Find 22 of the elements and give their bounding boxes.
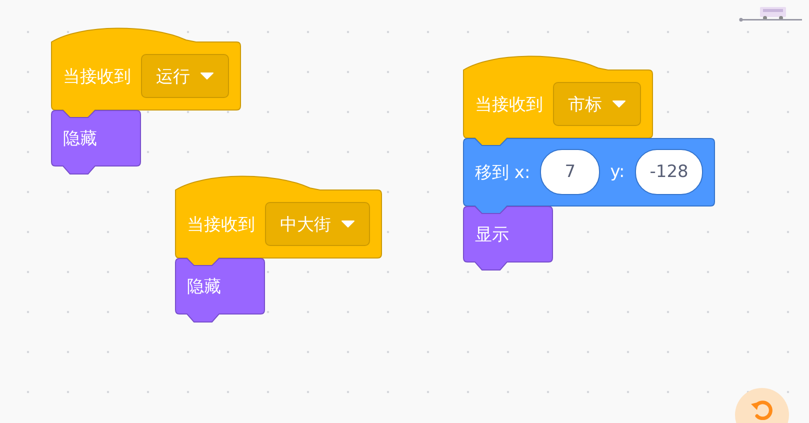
caret-icon: [200, 72, 214, 80]
block-label: 隐藏: [63, 128, 97, 150]
block-label: 隐藏: [187, 276, 221, 298]
message-dropdown[interactable]: 运行: [141, 54, 229, 98]
block-label: y:: [610, 162, 625, 182]
message-dropdown[interactable]: 中大街: [265, 202, 370, 246]
looks-block[interactable]: 隐藏: [51, 110, 141, 175]
looks-block[interactable]: 隐藏: [175, 258, 265, 323]
motion-block[interactable]: 移到 x: 7 y: -128: [463, 138, 716, 215]
event-block[interactable]: 当接收到 运行: [51, 28, 241, 119]
caret-icon: [341, 220, 355, 228]
caret-icon: [612, 100, 626, 108]
event-block[interactable]: 当接收到 中大街: [175, 176, 382, 267]
block-label: 当接收到: [475, 94, 543, 116]
event-block[interactable]: 当接收到 市标: [463, 56, 653, 147]
block-label: 当接收到: [187, 214, 255, 236]
block-label: 显示: [475, 224, 509, 246]
block-label: 当接收到: [63, 66, 131, 88]
block-label: 移到 x:: [475, 162, 530, 184]
looks-block[interactable]: 显示: [463, 206, 553, 271]
message-dropdown[interactable]: 市标: [553, 82, 641, 126]
undo-icon: [750, 400, 774, 420]
